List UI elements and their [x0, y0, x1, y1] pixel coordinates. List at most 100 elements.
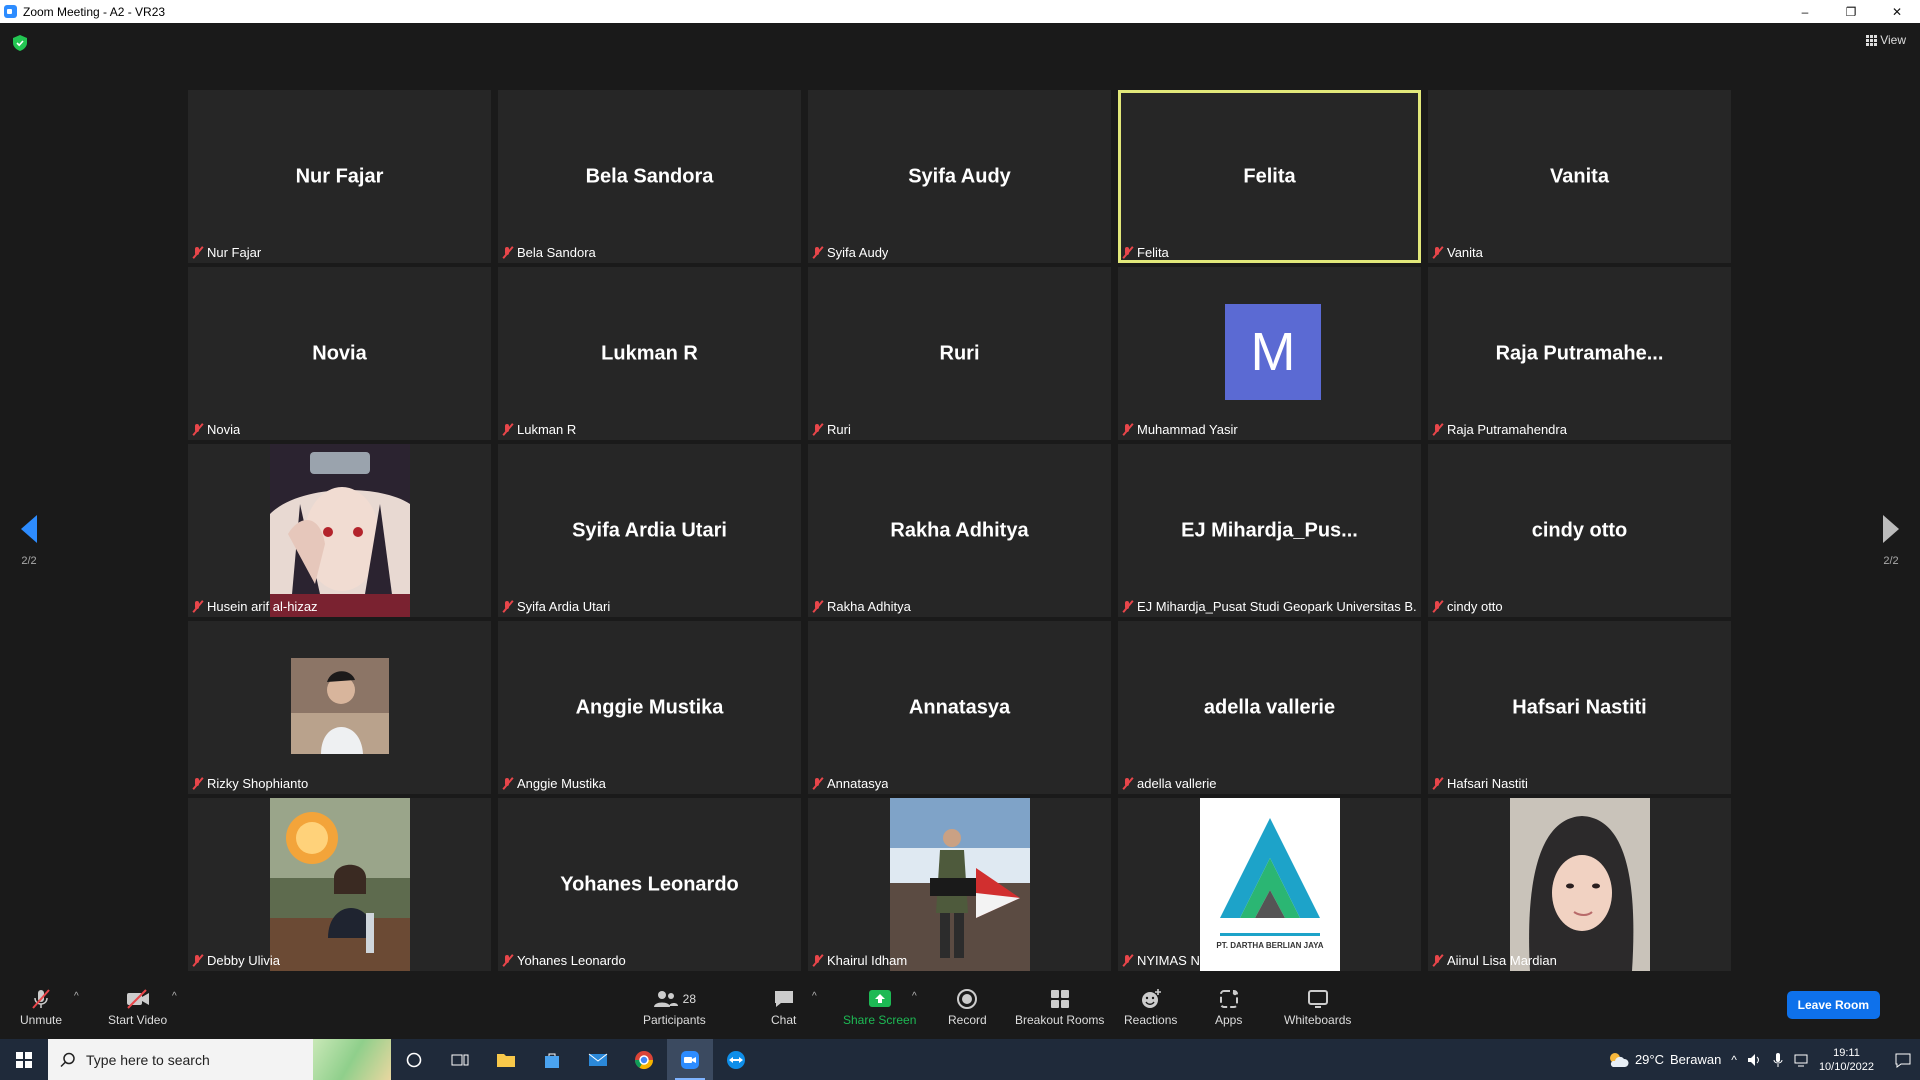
next-page-button[interactable]: 2/2 — [1871, 515, 1911, 567]
page-indicator-left: 2/2 — [21, 555, 37, 567]
security-shield-icon[interactable] — [13, 35, 27, 51]
participant-tile[interactable]: Hafsari Nastiti Hafsari Nastiti — [1428, 621, 1731, 794]
search-icon — [60, 1052, 75, 1067]
participant-tile[interactable]: Nur Fajar Nur Fajar — [188, 90, 491, 263]
participant-name: cindy otto — [1447, 599, 1503, 614]
participant-tile[interactable]: Rakha Adhitya Rakha Adhitya — [808, 444, 1111, 617]
muted-mic-icon — [1432, 423, 1443, 436]
participant-name: adella vallerie — [1137, 776, 1217, 791]
participant-tile[interactable]: PT. DARTHA BERLIAN JAYA NYIMAS NOFRIAL DA… — [1118, 798, 1421, 971]
share-screen-button[interactable]: Share Screen — [843, 987, 916, 1027]
chat-options-caret-icon[interactable]: ^ — [812, 991, 817, 1002]
reactions-button[interactable]: Reactions — [1124, 987, 1177, 1027]
participant-display-name: EJ Mihardja_Pus... — [1181, 519, 1358, 541]
whiteboards-label: Whiteboards — [1284, 1013, 1352, 1027]
participant-tile[interactable]: Raja Putramahe... Raja Putramahendra — [1428, 267, 1731, 440]
notifications-icon[interactable] — [1894, 1051, 1912, 1069]
participant-tile[interactable]: Anggie Mustika Anggie Mustika — [498, 621, 801, 794]
apps-button[interactable]: Apps — [1215, 987, 1242, 1027]
file-explorer-button[interactable] — [483, 1039, 529, 1080]
participant-tile[interactable]: Annatasya Annatasya — [808, 621, 1111, 794]
record-button[interactable]: Record — [948, 987, 987, 1027]
breakout-rooms-button[interactable]: Breakout Rooms — [1015, 987, 1104, 1027]
muted-mic-icon — [502, 600, 513, 613]
participant-name: Khairul Idham — [827, 953, 908, 968]
system-tray: 29°C Berawan ^ 19:11 10/10/2022 — [1607, 1039, 1920, 1080]
participant-tile[interactable]: Novia Novia — [188, 267, 491, 440]
participant-tile[interactable]: M Muhammad Yasir — [1118, 267, 1421, 440]
participant-display-name: Syifa Ardia Utari — [572, 519, 727, 541]
microphone-tray-icon[interactable] — [1773, 1052, 1783, 1068]
participant-tile[interactable]: Felita Felita — [1118, 90, 1421, 263]
start-video-button[interactable]: Start Video — [108, 987, 167, 1027]
muted-mic-icon — [812, 246, 823, 259]
participants-button[interactable]: 28 Participants — [643, 987, 706, 1027]
participant-display-name: Nur Fajar — [295, 165, 384, 187]
participant-tile[interactable]: EJ Mihardja_Pus... EJ Mihardja_Pusat Stud… — [1118, 444, 1421, 617]
muted-mic-icon — [812, 600, 823, 613]
participant-display-name: Hafsari Nastiti — [1512, 696, 1647, 718]
zoom-taskbar-button[interactable] — [667, 1039, 713, 1080]
participant-tile[interactable]: Yohanes Leonardo Yohanes Leonardo — [498, 798, 801, 971]
unmute-label: Unmute — [20, 1013, 63, 1027]
cortana-button[interactable] — [391, 1039, 437, 1080]
participant-name: Debby Ulivia — [207, 953, 280, 968]
taskbar-search-box[interactable]: Type here to search — [48, 1039, 391, 1080]
taskbar-clock[interactable]: 19:11 10/10/2022 — [1819, 1046, 1874, 1074]
participant-tile[interactable]: Syifa Ardia Utari Syifa Ardia Utari — [498, 444, 801, 617]
microphone-muted-icon — [32, 989, 50, 1009]
participant-display-name: Lukman R — [601, 342, 698, 364]
participants-label: Participants — [643, 1013, 706, 1027]
apps-icon — [1219, 990, 1238, 1008]
participant-tile[interactable]: Bela Sandora Bela Sandora — [498, 90, 801, 263]
participant-tile[interactable]: Syifa Audy Syifa Audy — [808, 90, 1111, 263]
minimize-button[interactable]: – — [1782, 0, 1828, 23]
chat-button[interactable]: Chat — [771, 987, 796, 1027]
participant-name-label: Muhammad Yasir — [1122, 422, 1238, 437]
video-options-caret-icon[interactable]: ^ — [172, 991, 177, 1002]
start-button[interactable] — [0, 1039, 48, 1080]
store-button[interactable] — [529, 1039, 575, 1080]
participant-tile[interactable]: Aiinul Lisa Mardian — [1428, 798, 1731, 971]
participant-display-name: Raja Putramahe... — [1495, 342, 1664, 364]
participant-tile[interactable]: cindy otto cindy otto — [1428, 444, 1731, 617]
task-view-button[interactable] — [437, 1039, 483, 1080]
chrome-button[interactable] — [621, 1039, 667, 1080]
unmute-button[interactable]: Unmute — [20, 987, 62, 1027]
share-options-caret-icon[interactable]: ^ — [912, 991, 917, 1002]
participant-name-label: Khairul Idham — [812, 953, 907, 968]
audio-options-caret-icon[interactable]: ^ — [74, 991, 79, 1002]
teamviewer-button[interactable] — [713, 1039, 759, 1080]
speaker-icon[interactable] — [1747, 1053, 1763, 1067]
weather-widget[interactable]: 29°C Berawan — [1607, 1051, 1721, 1069]
participant-tile[interactable]: Rizky Shophianto — [188, 621, 491, 794]
participant-display-name: Bela Sandora — [585, 165, 714, 187]
leave-room-button[interactable]: Leave Room — [1786, 991, 1880, 1019]
participant-tile[interactable]: Vanita Vanita — [1428, 90, 1731, 263]
participant-tile[interactable]: Khairul Idham — [808, 798, 1111, 971]
previous-page-button[interactable]: 2/2 — [9, 515, 49, 567]
breakout-rooms-icon — [1050, 990, 1069, 1008]
participant-tile[interactable]: adella vallerie adella vallerie — [1118, 621, 1421, 794]
participant-tile[interactable]: Debby Ulivia — [188, 798, 491, 971]
participant-tile[interactable]: Husein arif al-hizaz — [188, 444, 491, 617]
close-button[interactable]: ✕ — [1874, 0, 1920, 23]
show-hidden-icons-chevron-icon[interactable]: ^ — [1731, 1053, 1737, 1067]
muted-mic-icon — [192, 954, 203, 967]
participant-display-name: Annatasya — [908, 696, 1011, 718]
participants-icon — [653, 991, 678, 1007]
restore-button[interactable]: ❐ — [1828, 0, 1874, 23]
participant-name-label: Husein arif al-hizaz — [192, 599, 318, 614]
zoom-logo-icon — [4, 5, 17, 18]
network-icon[interactable] — [1793, 1053, 1809, 1067]
participant-name-label: Rakha Adhitya — [812, 599, 911, 614]
participant-name: Novia — [207, 422, 241, 437]
participant-tile[interactable]: Ruri Ruri — [808, 267, 1111, 440]
participant-tile[interactable]: Lukman R Lukman R — [498, 267, 801, 440]
mail-button[interactable] — [575, 1039, 621, 1080]
arrow-right-icon — [1883, 515, 1899, 543]
participant-name-label: Novia — [192, 422, 240, 437]
record-label: Record — [948, 1013, 987, 1027]
whiteboards-button[interactable]: Whiteboards — [1284, 987, 1351, 1027]
view-button[interactable]: View — [1866, 33, 1906, 47]
